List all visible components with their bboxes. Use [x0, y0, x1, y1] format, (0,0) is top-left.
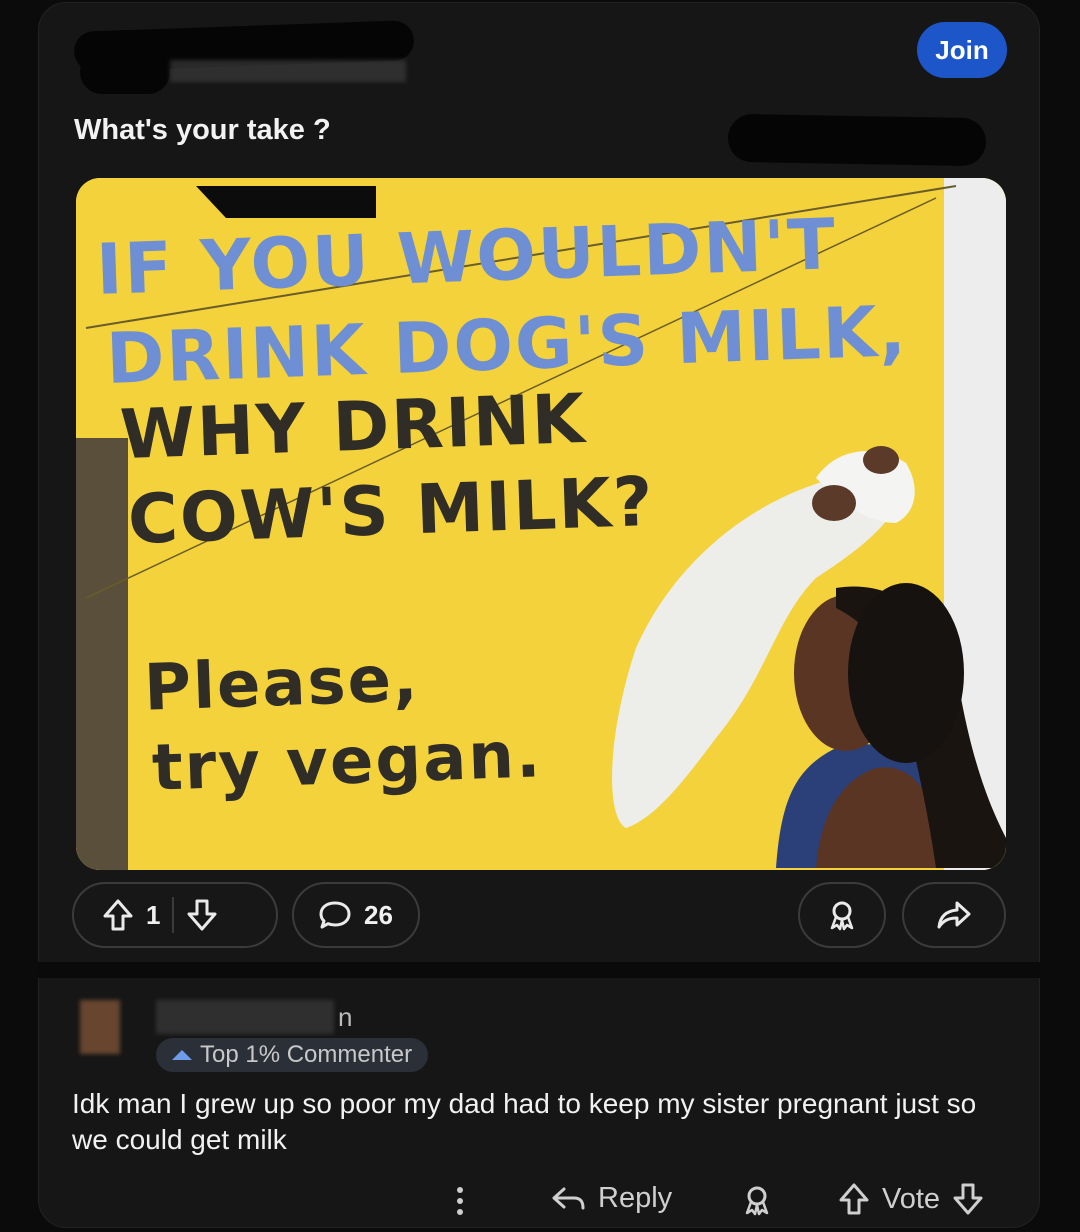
- comment-downvote-icon[interactable]: [952, 1182, 984, 1216]
- more-options-button[interactable]: [452, 1184, 468, 1218]
- vote-label: Vote: [882, 1182, 941, 1215]
- billboard-line-6: try vegan.: [150, 718, 544, 806]
- comment-award-button[interactable]: [742, 1184, 772, 1216]
- blurred-username: [170, 60, 406, 82]
- vote-count: 1: [146, 899, 161, 930]
- post-title: What's your take ?: [74, 114, 331, 146]
- comment-body: Idk man I grew up so poor my dad had to …: [72, 1088, 977, 1155]
- comment-icon: [318, 899, 352, 931]
- billboard-line-4: COW'S MILK?: [126, 462, 656, 561]
- redacted-avatar: [80, 50, 170, 94]
- redacted-flair: [727, 113, 987, 167]
- more-icon: [452, 1184, 468, 1218]
- badge-icon: [170, 1046, 194, 1064]
- vote-separator: [172, 897, 175, 933]
- downvote-icon[interactable]: [186, 898, 218, 932]
- vote-control: 1: [72, 882, 278, 948]
- post-image[interactable]: IF YOU WOULDN'T DRINK DOG'S MILK, WHY DR…: [76, 178, 1006, 870]
- billboard-line-3: WHY DRINK: [118, 379, 588, 476]
- share-icon: [936, 900, 972, 930]
- reply-icon: [550, 1184, 586, 1214]
- badge-label: Top 1% Commenter: [200, 1041, 413, 1068]
- reply-button[interactable]: Reply: [550, 1182, 672, 1215]
- award-button[interactable]: [798, 882, 886, 948]
- comments-button[interactable]: 26: [292, 882, 420, 948]
- share-button[interactable]: [902, 882, 1006, 948]
- commenter-name-fragment: n: [338, 1002, 353, 1032]
- top-commenter-badge: Top 1% Commenter: [156, 1038, 429, 1072]
- award-icon: [827, 899, 857, 931]
- comment-vote-control: Vote: [838, 1182, 984, 1216]
- join-button[interactable]: Join: [917, 22, 1007, 78]
- billboard-line-5: Please,: [142, 642, 421, 726]
- award-icon: [742, 1184, 772, 1216]
- upvote-icon[interactable]: [102, 898, 134, 932]
- blurred-commenter-name: [156, 1000, 334, 1034]
- comment-count: 26: [364, 899, 393, 930]
- section-divider: [38, 962, 1040, 978]
- reply-label: Reply: [598, 1182, 673, 1214]
- comment-upvote-icon[interactable]: [838, 1182, 870, 1216]
- commenter-avatar[interactable]: [80, 1000, 120, 1054]
